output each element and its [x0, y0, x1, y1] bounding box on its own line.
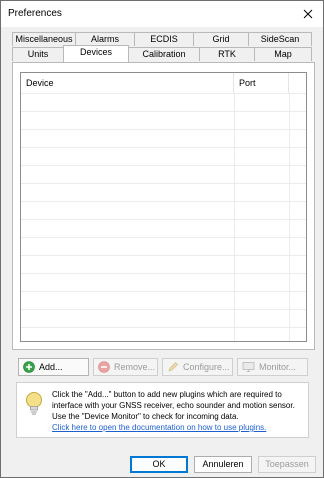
table-row — [21, 291, 306, 309]
close-button[interactable] — [293, 1, 323, 27]
cancel-button[interactable]: Annuleren — [194, 456, 252, 473]
device-list[interactable]: Device Port — [20, 72, 307, 342]
remove-device-button[interactable]: Remove... — [93, 358, 158, 376]
tab-map[interactable]: Map — [254, 47, 312, 61]
configure-button-label: Configure... — [183, 362, 230, 372]
tab-alarms[interactable]: Alarms — [75, 32, 135, 46]
device-monitor-button[interactable]: Monitor... — [237, 358, 308, 376]
monitor-button-label: Monitor... — [259, 362, 297, 372]
device-list-header: Device Port — [21, 73, 306, 93]
lightbulb-icon — [26, 392, 42, 415]
configure-device-button[interactable]: Configure... — [162, 358, 233, 376]
table-row — [21, 255, 306, 273]
table-row — [21, 219, 306, 237]
preferences-window: Preferences Miscellaneous Alarms ECDIS G… — [0, 0, 324, 478]
pencil-icon — [168, 362, 178, 372]
tab-rtk[interactable]: RTK — [199, 47, 255, 61]
documentation-link[interactable]: Click here to open the documentation on … — [52, 422, 304, 433]
monitor-icon — [242, 362, 255, 372]
minus-icon — [98, 361, 110, 373]
table-row — [21, 183, 306, 201]
info-text: Click the "Add..." button to add new plu… — [52, 390, 295, 421]
device-list-grid — [21, 93, 306, 341]
window-title: Preferences — [8, 8, 62, 19]
table-row — [21, 147, 306, 165]
table-row — [21, 201, 306, 219]
add-device-button[interactable]: Add... — [18, 358, 89, 376]
tab-miscellaneous[interactable]: Miscellaneous — [12, 32, 76, 46]
table-row — [21, 309, 306, 327]
ok-button[interactable]: OK — [130, 456, 188, 473]
tab-grid[interactable]: Grid — [193, 32, 249, 46]
title-bar: Preferences — [1, 1, 323, 27]
table-row — [21, 237, 306, 255]
column-header-port[interactable]: Port — [234, 73, 289, 93]
tab-units[interactable]: Units — [12, 47, 64, 61]
tab-ecdis[interactable]: ECDIS — [134, 32, 194, 46]
table-row — [21, 327, 306, 341]
table-row — [21, 111, 306, 129]
tab-devices[interactable]: Devices — [63, 45, 129, 62]
info-box: Click the "Add..." button to add new plu… — [16, 382, 309, 438]
close-icon — [303, 9, 313, 19]
table-row — [21, 273, 306, 291]
apply-button[interactable]: Toepassen — [258, 456, 316, 473]
remove-button-label: Remove... — [114, 362, 156, 372]
table-row — [21, 93, 306, 111]
plus-icon — [23, 361, 35, 373]
tab-strip: Miscellaneous Alarms ECDIS Grid SideScan… — [12, 32, 312, 62]
tab-sidescan[interactable]: SideScan — [248, 32, 312, 46]
column-header-device[interactable]: Device — [21, 73, 234, 93]
add-button-label: Add... — [39, 362, 63, 372]
devices-tab-panel: Device Port — [12, 62, 315, 350]
table-row — [21, 165, 306, 183]
tab-calibration[interactable]: Calibration — [128, 47, 200, 61]
table-row — [21, 129, 306, 147]
